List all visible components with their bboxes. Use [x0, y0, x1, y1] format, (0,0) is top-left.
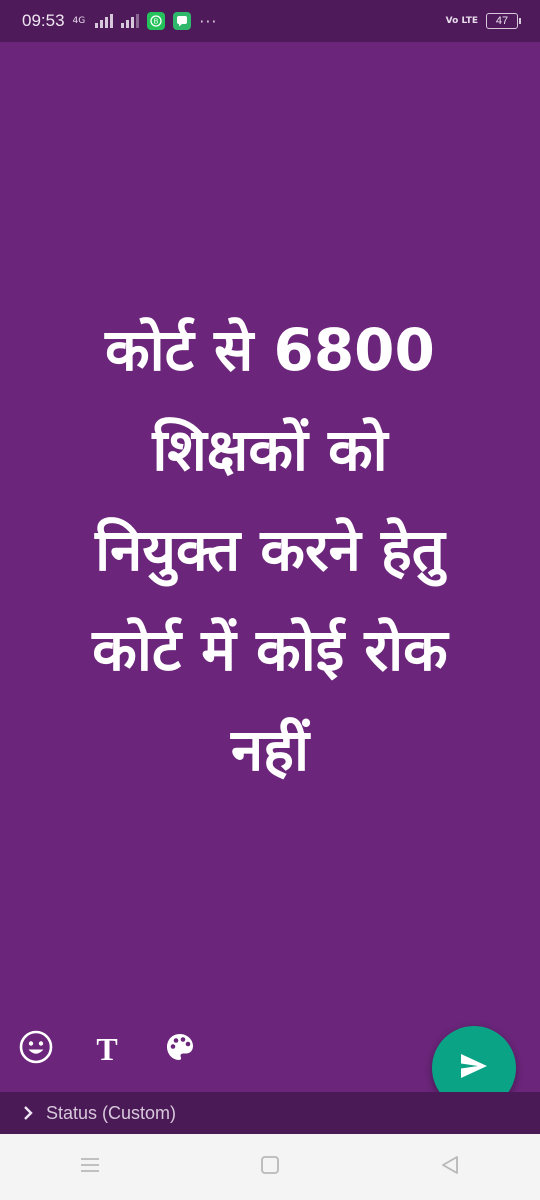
status-text-area[interactable]: कोर्ट से 6800 शिक्षकों को नियुक्त करने ह… — [20, 300, 520, 784]
status-privacy-bar[interactable]: Status (Custom) — [0, 1092, 540, 1134]
chevron-right-icon — [22, 1105, 34, 1121]
status-text-line: कोर्ट में कोई रोक — [92, 616, 448, 684]
status-text-line: नहीं — [230, 716, 309, 784]
home-icon — [259, 1154, 281, 1180]
battery-icon: 47 — [486, 13, 521, 29]
whatsapp-business-icon: B — [147, 12, 166, 30]
emoji-button[interactable] — [13, 1026, 59, 1072]
home-nav-button[interactable] — [240, 1147, 300, 1187]
menu-icon — [79, 1156, 101, 1178]
status-text-line: शिक्षकों को — [152, 416, 388, 484]
back-nav-button[interactable] — [420, 1147, 480, 1187]
system-navigation-bar — [0, 1134, 540, 1200]
messages-icon — [173, 12, 192, 30]
palette-icon — [164, 1031, 196, 1067]
svg-text:B: B — [154, 19, 159, 26]
status-text-line: कोर्ट से 6800 — [105, 316, 435, 384]
network-type: 4G — [72, 15, 86, 26]
volte-indicator: Vo LTE — [445, 15, 478, 26]
battery-level: 47 — [495, 15, 509, 27]
menu-nav-button[interactable] — [60, 1147, 120, 1187]
more-notifications-icon: ··· — [199, 11, 218, 31]
status-text[interactable]: कोर्ट से 6800 शिक्षकों को नियुक्त करने ह… — [92, 300, 447, 800]
status-text-line: नियुक्त करने हेतु — [95, 516, 445, 584]
signal-2-icon — [121, 14, 140, 28]
signal-icon — [95, 14, 114, 28]
text-style-icon: T — [96, 1030, 118, 1067]
clock: 09:53 — [22, 11, 65, 30]
back-icon — [439, 1154, 461, 1180]
system-status-bar: 09:53 4G B ··· Vo LTE 47 — [0, 0, 540, 42]
background-color-button[interactable] — [157, 1026, 203, 1072]
status-privacy-label: Status (Custom) — [46, 1102, 177, 1123]
send-icon — [459, 1052, 489, 1084]
text-style-button[interactable]: T — [84, 1026, 130, 1072]
emoji-icon — [19, 1030, 53, 1068]
